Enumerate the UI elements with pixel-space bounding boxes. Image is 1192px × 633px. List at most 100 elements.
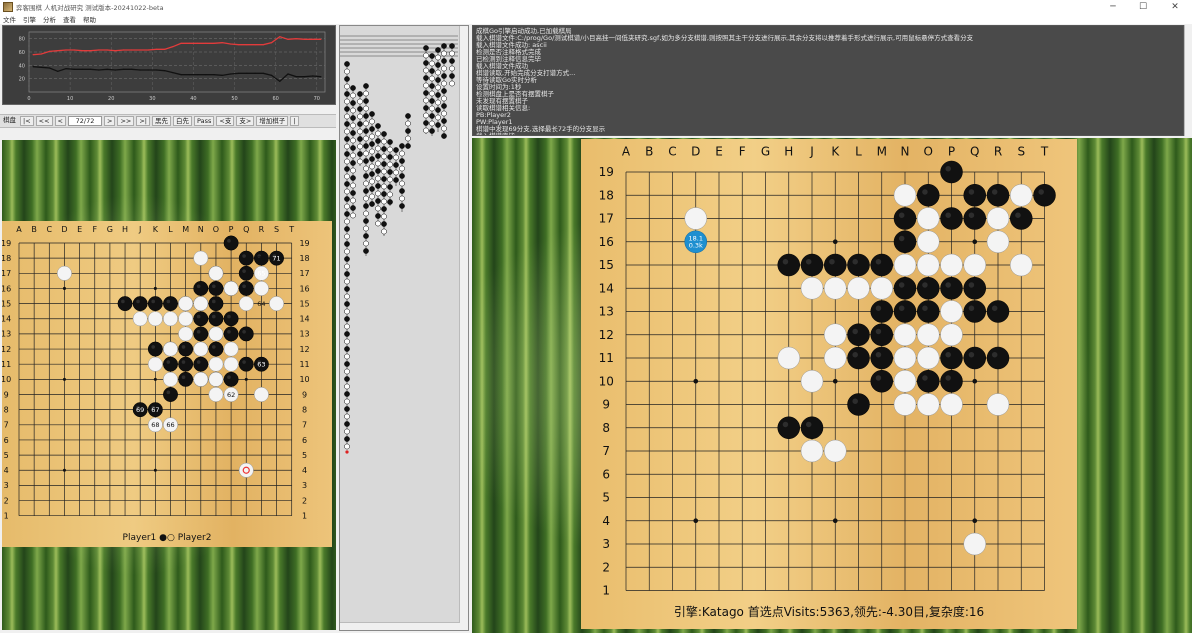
tree-node-white <box>435 69 441 76</box>
row-label: 10 <box>299 375 309 384</box>
stone-highlight <box>829 258 835 265</box>
window-title: 弈客围棋 人机对战研究 测试版本-20241022-beta <box>16 4 164 12</box>
tree-node-black <box>393 177 399 183</box>
white-stone <box>986 207 1010 230</box>
tree-node-black <box>429 53 435 59</box>
first-move-button[interactable]: |< <box>20 116 34 126</box>
tree-node-white <box>363 240 369 247</box>
console-scrollbar[interactable] <box>1184 25 1192 136</box>
tree-node-black <box>375 138 381 144</box>
left-board-svg[interactable]: A19 19B18 18C17 17D16 16E15 15F14 14G13 13H12 12… <box>2 221 332 547</box>
prev-branch-button[interactable]: <支 <box>216 116 235 126</box>
menu-view[interactable]: 查看 <box>63 14 76 24</box>
tree-node-white <box>375 175 381 182</box>
minimize-button[interactable]: ─ <box>1098 0 1128 14</box>
black-stone <box>917 277 940 300</box>
tree-node-white <box>369 148 375 155</box>
data-point <box>246 44 248 46</box>
stone-highlight <box>852 328 858 335</box>
move-tree-panel[interactable] <box>339 25 469 631</box>
tree-node-white <box>375 220 381 227</box>
white-stone <box>824 346 847 370</box>
maximize-button[interactable]: ☐ <box>1128 0 1158 14</box>
next-branch-button[interactable]: 支> <box>236 116 255 126</box>
tree-vertical-scrollbar[interactable] <box>459 26 468 630</box>
data-point <box>295 76 297 78</box>
white-stone <box>940 323 963 346</box>
data-point <box>312 38 314 40</box>
tree-node-white <box>405 120 411 127</box>
data-point <box>287 38 289 40</box>
tree-node-black <box>357 91 363 97</box>
stone-highlight <box>922 189 928 195</box>
tree-node-black <box>369 171 375 177</box>
close-button[interactable]: ✕ <box>1160 0 1190 14</box>
tree-node-black <box>399 158 405 164</box>
add-stone-button[interactable]: 增加棋子 <box>256 116 289 126</box>
data-point <box>147 69 149 71</box>
left-go-board[interactable]: A 19 19 B 18 18 C 17 17 D 16 16 E 15 15 F 14 14 G 13 13 H 12 12… <box>2 221 332 547</box>
tree-node-white <box>429 90 435 97</box>
row-label: 12 <box>299 345 309 354</box>
pass-button[interactable]: Pass <box>194 116 215 126</box>
white-stone <box>163 311 178 327</box>
row-label: 7 <box>602 444 610 458</box>
data-point <box>90 50 92 52</box>
toolbar-separator[interactable]: | <box>290 116 299 126</box>
tree-horizontal-scrollbar[interactable] <box>340 622 460 630</box>
tree-node-black <box>369 141 375 147</box>
tree-node-black <box>344 196 350 202</box>
tree-node-white <box>435 99 441 106</box>
forward-ten-button[interactable]: >> <box>117 116 135 126</box>
stone-highlight <box>991 189 998 195</box>
black-stone <box>178 371 194 387</box>
data-point <box>90 68 92 70</box>
tree-node-black <box>344 151 350 157</box>
tree-node-white <box>375 145 381 152</box>
row-label: 5 <box>302 451 307 460</box>
tree-node-white <box>441 95 447 102</box>
tree-node-white <box>350 122 356 129</box>
console-line: 未发现有摆置棋子 <box>476 97 528 105</box>
black-stone <box>917 370 940 393</box>
row-label: 13 <box>599 305 614 319</box>
main-go-board[interactable]: A 19 B 18 C 17 D 16 E 15 F 14 G 13 H 12 J 11 K 10 L 9 M 8 N 7 O 6 P 5… <box>581 139 1077 629</box>
white-first-button[interactable]: 白先 <box>173 116 192 126</box>
console-line: 读取棋谱相关信息: <box>476 104 531 112</box>
menu-engine[interactable]: 引擎 <box>23 14 36 24</box>
stone-highlight <box>242 269 246 273</box>
tree-node-black <box>423 60 429 66</box>
tree-node-white <box>387 191 393 198</box>
menu-file[interactable]: 文件 <box>3 14 16 24</box>
black-stone <box>847 393 870 416</box>
y-tick-label: 60 <box>19 50 25 56</box>
black-first-button[interactable]: 黑先 <box>152 116 171 126</box>
row-label: 9 <box>602 398 610 412</box>
engine-console: 成棋Go引擎启动成功,已加载棋局 载入棋谱文件:C:/prog/Go/测试棋谱/小… <box>472 25 1184 136</box>
black-stone <box>963 207 986 230</box>
tree-node-white <box>357 113 363 120</box>
column-label: O <box>924 144 933 158</box>
white-stone <box>824 439 847 463</box>
white-stone <box>917 323 940 346</box>
row-label: 15 <box>299 299 309 308</box>
data-point <box>32 66 34 68</box>
move-counter-field[interactable]: 72/72 <box>68 116 102 126</box>
menu-analysis[interactable]: 分析 <box>43 14 56 24</box>
back-one-button[interactable]: < <box>54 116 66 126</box>
back-ten-button[interactable]: << <box>35 116 53 126</box>
menu-help[interactable]: 帮助 <box>83 14 96 24</box>
stone-highlight <box>945 375 951 381</box>
main-board-svg[interactable]: A19B18C17D16E15F14G13H12J11K10L9M8N7O6P5… <box>581 139 1077 629</box>
white-stone <box>940 253 963 277</box>
tree-node-white <box>357 128 363 135</box>
tree-node-black <box>357 106 363 112</box>
last-move-button[interactable]: >| <box>136 116 150 126</box>
tree-node-white <box>393 154 399 161</box>
move-number: 67 <box>151 406 159 414</box>
tree-node-white <box>381 183 387 190</box>
tree-node-black <box>399 173 405 179</box>
tree-node-black <box>449 58 455 64</box>
forward-one-button[interactable]: > <box>104 116 116 126</box>
move-tree-svg[interactable] <box>340 26 460 624</box>
